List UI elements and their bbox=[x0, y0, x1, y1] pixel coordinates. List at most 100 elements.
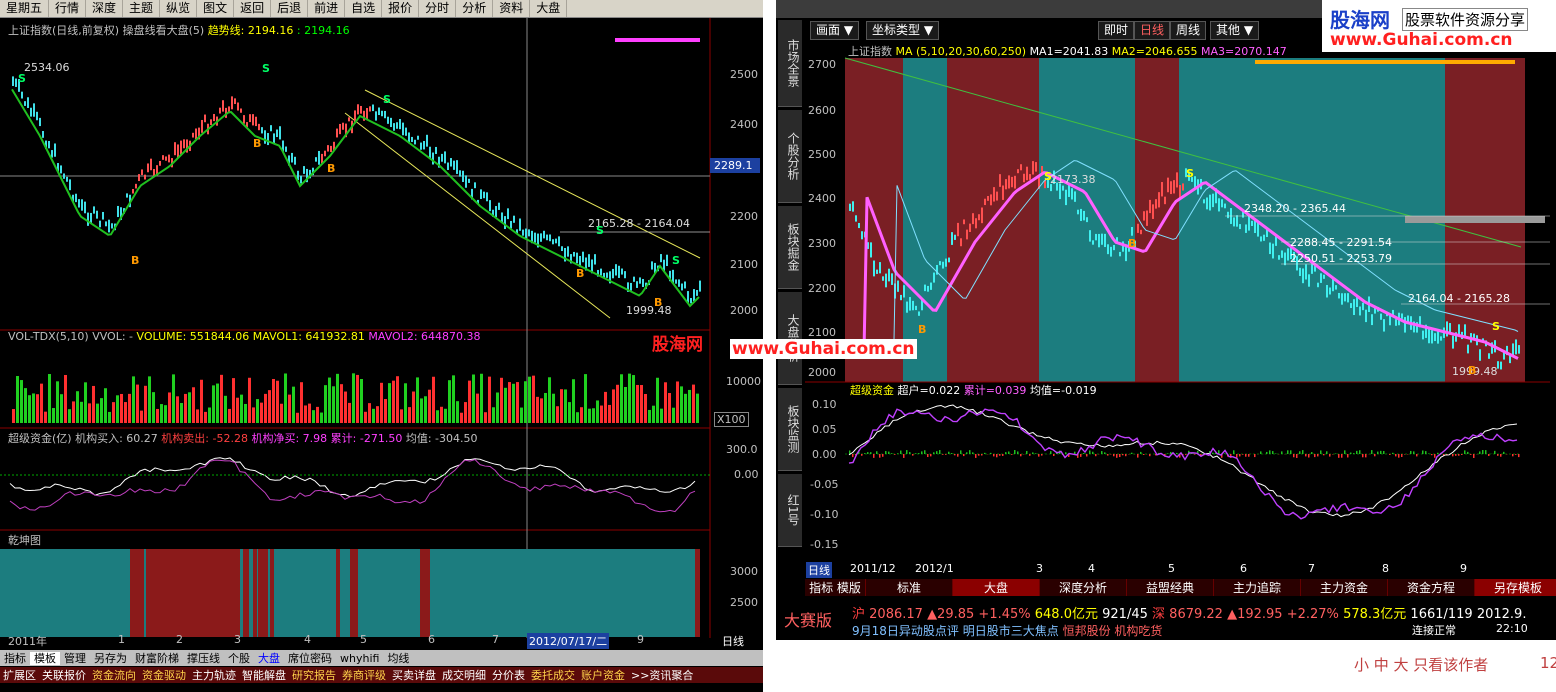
toolbar-item[interactable]: 自选 bbox=[345, 0, 383, 17]
tab[interactable]: 益盟经典 bbox=[1127, 579, 1214, 596]
tab[interactable]: 主力轨迹 bbox=[189, 669, 239, 682]
volume-bar bbox=[508, 382, 511, 423]
tab[interactable]: 模板 bbox=[30, 652, 60, 665]
candle bbox=[315, 157, 317, 162]
candle bbox=[435, 146, 437, 154]
toolbar-item[interactable]: 返回 bbox=[234, 0, 272, 17]
tab[interactable]: 另存模板 bbox=[1475, 579, 1556, 596]
tab[interactable]: 主力资金 bbox=[1301, 579, 1388, 596]
tab[interactable]: 资金流向 bbox=[89, 669, 139, 682]
toolbar-item[interactable]: 分析 bbox=[456, 0, 494, 17]
tab[interactable]: 分价表 bbox=[489, 669, 528, 682]
signal-strip bbox=[1255, 60, 1515, 64]
tab[interactable]: 指标 bbox=[0, 652, 30, 665]
toolbar-item[interactable]: 大盘 bbox=[530, 0, 568, 17]
candle bbox=[177, 144, 179, 158]
volume-bar bbox=[572, 379, 575, 423]
vtab-red1[interactable]: 红1号 bbox=[778, 474, 802, 547]
toolbar-item[interactable]: 前进 bbox=[308, 0, 346, 17]
tab[interactable]: 主力追踪 bbox=[1214, 579, 1301, 596]
toolbar-item[interactable]: 星期五 bbox=[0, 0, 50, 17]
news-item[interactable]: 明日股市三大焦点 bbox=[963, 624, 1059, 638]
x-label: 3 bbox=[234, 633, 241, 646]
r-x-period[interactable]: 日线 bbox=[806, 562, 832, 578]
vtab-monitor[interactable]: 板块监测 bbox=[778, 388, 802, 471]
tab[interactable]: 券商评级 bbox=[339, 669, 389, 682]
news-item[interactable]: 9月18日异动股点评 bbox=[852, 624, 959, 638]
period-daily[interactable]: 日线 bbox=[1134, 21, 1171, 40]
tab[interactable]: 委托成交 bbox=[528, 669, 578, 682]
period-weekly[interactable]: 周线 bbox=[1170, 21, 1207, 40]
toolbar-item[interactable]: 行情 bbox=[49, 0, 87, 17]
tab[interactable]: 另存为 bbox=[90, 652, 131, 665]
r-fund-total: 累计=0.039 bbox=[963, 384, 1027, 397]
candle bbox=[387, 116, 389, 124]
fund-bar bbox=[1338, 454, 1340, 458]
toolbar-item[interactable]: 图文 bbox=[197, 0, 235, 17]
candle bbox=[870, 242, 872, 258]
volume-bar bbox=[604, 391, 607, 423]
tab[interactable]: 指标 模版 bbox=[805, 579, 866, 596]
toolbar-item[interactable]: 纵览 bbox=[160, 0, 198, 17]
toolbar-item[interactable]: 分时 bbox=[419, 0, 457, 17]
fund-bar bbox=[1479, 451, 1481, 454]
toolbar-item[interactable]: 主题 bbox=[123, 0, 161, 17]
candle bbox=[1359, 306, 1361, 316]
tab[interactable]: 资金方程 bbox=[1388, 579, 1475, 596]
volume-bar bbox=[596, 400, 599, 423]
tab[interactable]: 买卖详盘 bbox=[389, 669, 439, 682]
vtab-market[interactable]: 市场全景 bbox=[778, 20, 802, 107]
menu-coord-type[interactable]: 坐标类型 ▼ bbox=[866, 21, 940, 40]
r-y-tick: 2300 bbox=[808, 237, 836, 250]
tab[interactable]: 大盘 bbox=[953, 579, 1040, 596]
fund-bar bbox=[1293, 454, 1295, 458]
fund-bar bbox=[1350, 452, 1352, 454]
candle bbox=[258, 123, 260, 131]
tab[interactable]: 智能解盘 bbox=[239, 669, 289, 682]
fund-bar bbox=[1122, 454, 1124, 456]
toolbar-item[interactable]: 报价 bbox=[382, 0, 420, 17]
vtab-stock[interactable]: 个股分析 bbox=[778, 110, 802, 203]
candle bbox=[66, 176, 68, 182]
tab[interactable]: 个股 bbox=[224, 652, 254, 665]
period-label[interactable]: 日线 bbox=[722, 633, 744, 649]
volume-bar bbox=[176, 396, 179, 423]
candle bbox=[342, 122, 344, 130]
tab[interactable]: 关联报价 bbox=[39, 669, 89, 682]
tab[interactable]: 扩展区 bbox=[0, 669, 39, 682]
news-item[interactable]: 恒邦股份 机构吃货 bbox=[1063, 624, 1163, 638]
forum-footer-links[interactable]: 小 中 大 只看该作者 bbox=[1354, 654, 1488, 675]
tab[interactable]: 均线 bbox=[383, 652, 413, 665]
toolbar-item[interactable]: 深度 bbox=[86, 0, 124, 17]
volume-bar bbox=[252, 407, 255, 423]
tab[interactable]: 账户资金 bbox=[578, 669, 628, 682]
tab[interactable]: 标准 bbox=[866, 579, 953, 596]
tab[interactable]: 研究报告 bbox=[289, 669, 339, 682]
vtab-sector[interactable]: 板块掘金 bbox=[778, 206, 802, 289]
period-other[interactable]: 其他 ▼ bbox=[1210, 21, 1260, 40]
tab[interactable]: 撑压线 bbox=[183, 652, 224, 665]
candle bbox=[1515, 339, 1517, 355]
menu-screen[interactable]: 画面 ▼ bbox=[810, 21, 860, 40]
tab[interactable]: 席位密码 bbox=[284, 652, 336, 665]
tab[interactable]: 财富阶梯 bbox=[131, 652, 183, 665]
tab[interactable]: 管理 bbox=[60, 652, 90, 665]
tab[interactable]: 资金驱动 bbox=[139, 669, 189, 682]
period-intraday[interactable]: 即时 bbox=[1098, 21, 1135, 40]
candle bbox=[135, 183, 137, 189]
tab[interactable]: >>资讯聚合 bbox=[628, 669, 696, 682]
ma3-value: MA3=2070.147 bbox=[1201, 45, 1287, 58]
tab[interactable]: 深度分析 bbox=[1040, 579, 1127, 596]
candle bbox=[906, 301, 908, 313]
tab[interactable]: 大盘 bbox=[254, 652, 284, 665]
candle bbox=[498, 202, 500, 210]
toolbar-item[interactable]: 后退 bbox=[271, 0, 309, 17]
volume-bar bbox=[480, 373, 483, 423]
y-tick: 2500 bbox=[730, 68, 758, 81]
tab[interactable]: whyhifi bbox=[336, 652, 383, 665]
fund-bar bbox=[1416, 454, 1418, 457]
candle bbox=[1020, 164, 1022, 171]
volume-bar bbox=[484, 412, 487, 423]
toolbar-item[interactable]: 资料 bbox=[493, 0, 531, 17]
tab[interactable]: 成交明细 bbox=[439, 669, 489, 682]
